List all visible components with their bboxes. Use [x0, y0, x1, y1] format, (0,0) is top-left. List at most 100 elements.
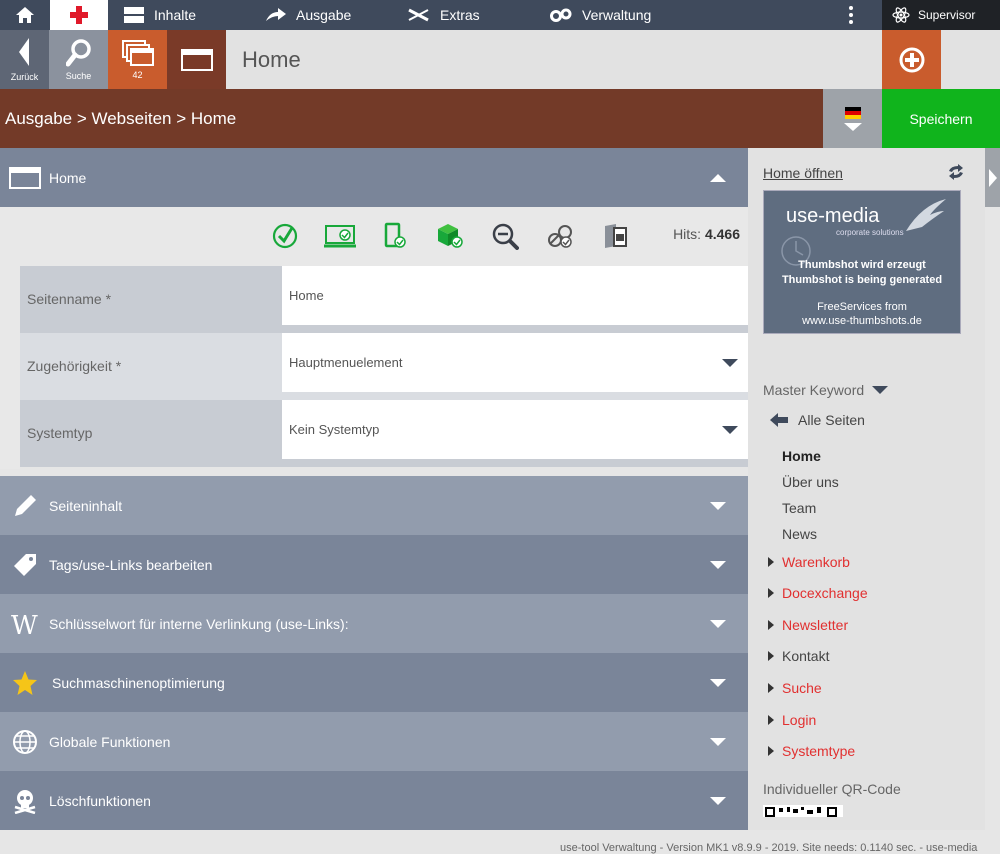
- arrow-right-icon: [266, 8, 286, 21]
- tree-item-systemtype-label: Systemtype: [782, 743, 856, 759]
- chevron-down-icon: [710, 619, 726, 628]
- pages-button[interactable]: 42: [108, 30, 167, 89]
- chevron-down-icon: [710, 678, 726, 687]
- top-navigation: Inhalte Ausgabe Extras Verwaltung Superv…: [0, 0, 1000, 30]
- chevron-down-icon: [710, 796, 726, 805]
- star-icon: [13, 670, 37, 695]
- thumbshot-line-1: Thumbshot wird erzeugt: [798, 259, 926, 271]
- user-name: Supervisor: [918, 8, 976, 22]
- chevron-right-icon: [988, 168, 997, 187]
- window-icon: [180, 48, 213, 71]
- page-title: Home: [242, 47, 301, 72]
- sidebar-toggle[interactable]: [985, 148, 1000, 207]
- thumbshot-preview[interactable]: use-media corporate solutions Thumbshot …: [763, 190, 961, 334]
- wing-logo-icon: [906, 199, 946, 231]
- thumbshot-brand: use-media: [786, 205, 880, 227]
- caret-right-icon: [768, 557, 774, 567]
- mobile-check-icon[interactable]: [382, 222, 410, 250]
- home-panel-header[interactable]: Home: [0, 148, 748, 207]
- panel-seo[interactable]: Suchmaschinenoptimierung: [0, 653, 748, 712]
- systemtyp-label: Systemtyp: [27, 425, 93, 441]
- home-icon: [16, 7, 34, 23]
- gears-icon: [550, 8, 572, 22]
- open-home-link[interactable]: Home öffnen: [763, 165, 843, 181]
- all-pages-link[interactable]: Alle Seiten: [770, 412, 865, 428]
- footer-text: use-tool Verwaltung - Version MK1 v8.9.9…: [560, 842, 978, 854]
- chevron-down-icon: [710, 560, 726, 569]
- first-aid-button[interactable]: [50, 0, 108, 30]
- systemtyp-select[interactable]: Kein Systemtyp: [282, 400, 748, 459]
- qr-code: [763, 805, 843, 817]
- globe-icon: [13, 729, 37, 754]
- tree-item-warenkorb[interactable]: Warenkorb: [768, 554, 850, 570]
- stacked-windows-icon: [121, 39, 154, 66]
- panel-seiteninhalt[interactable]: Seiteninhalt: [0, 476, 748, 535]
- seitenname-input[interactable]: Home: [282, 266, 748, 325]
- nav-extras-label: Extras: [440, 7, 480, 23]
- add-button[interactable]: [882, 30, 941, 89]
- nav-verwaltung[interactable]: Verwaltung: [550, 0, 651, 30]
- skull-icon: [14, 789, 36, 814]
- box-check-icon[interactable]: [436, 222, 464, 250]
- tree-item-newsletter[interactable]: Newsletter: [768, 617, 849, 633]
- panel-schluesselwort[interactable]: W Schlüsselwort für interne Verlinkung (…: [0, 594, 748, 653]
- panel-loeschfunktionen[interactable]: Löschfunktionen: [0, 771, 748, 830]
- red-cross-icon: [70, 6, 88, 24]
- zugehoerigkeit-select[interactable]: Hauptmenuelement: [282, 333, 748, 392]
- window-icon: [9, 166, 41, 189]
- nav-extras[interactable]: Extras: [408, 0, 480, 30]
- master-keyword-toggle[interactable]: Master Keyword: [763, 382, 889, 398]
- save-button[interactable]: Speichern: [882, 89, 1000, 148]
- chevron-down-icon: [722, 359, 738, 367]
- form-row-zugehoerigkeit: Zugehörigkeit * Hauptmenuelement: [20, 333, 748, 400]
- user-menu[interactable]: Supervisor: [882, 0, 1000, 30]
- thumbshot-line-4: www.use-thumbshots.de: [802, 315, 922, 327]
- refresh-icon[interactable]: [946, 164, 966, 180]
- nav-inhalte[interactable]: Inhalte: [124, 0, 196, 30]
- home-button[interactable]: [0, 0, 50, 30]
- zoom-out-icon[interactable]: [491, 222, 519, 250]
- tools-icon: [408, 8, 429, 22]
- monitor-check-icon[interactable]: [324, 222, 356, 250]
- page-action-bar: Hits: 4.466: [20, 207, 748, 266]
- check-circle-icon[interactable]: [271, 222, 299, 250]
- svg-text:W: W: [11, 611, 38, 637]
- current-page-button[interactable]: [167, 30, 226, 89]
- tree-item-docexchange[interactable]: Docexchange: [768, 585, 868, 601]
- tree-item-login-label: Login: [782, 712, 817, 728]
- tree-item-ueber-uns[interactable]: Über uns: [782, 474, 839, 490]
- copy-pages-icon[interactable]: [602, 222, 630, 250]
- plus-circle-icon: [899, 47, 924, 72]
- german-flag-icon: [844, 106, 861, 119]
- back-button[interactable]: Zurück: [0, 30, 49, 89]
- toolbar: Zurück Suche 42 Home: [0, 30, 1000, 89]
- panel-tags[interactable]: Tags/use-Links bearbeiten: [0, 535, 748, 594]
- tree-item-news[interactable]: News: [782, 526, 817, 542]
- tree-item-suche[interactable]: Suche: [768, 680, 822, 696]
- panel-globale-funktionen[interactable]: Globale Funktionen: [0, 712, 748, 771]
- more-menu-button[interactable]: [840, 0, 862, 30]
- tree-item-team[interactable]: Team: [782, 500, 816, 516]
- panel-globale-funktionen-label: Globale Funktionen: [49, 733, 171, 750]
- tree-item-kontakt[interactable]: Kontakt: [768, 648, 829, 664]
- chevron-down-icon: [710, 501, 726, 510]
- language-selector[interactable]: [823, 89, 882, 148]
- master-keyword-label: Master Keyword: [763, 382, 865, 398]
- search-button[interactable]: Suche: [49, 30, 108, 89]
- zugehoerigkeit-value: Hauptmenuelement: [289, 355, 403, 370]
- back-label: Zurück: [10, 71, 39, 82]
- link-settings-icon[interactable]: [546, 222, 574, 250]
- wikipedia-w-icon: W: [11, 611, 38, 637]
- breadcrumb: Ausgabe > Webseiten > Home: [5, 109, 237, 128]
- nav-ausgabe[interactable]: Ausgabe: [266, 0, 351, 30]
- tree-item-warenkorb-label: Warenkorb: [782, 554, 850, 570]
- panel-indent: [0, 207, 20, 469]
- tree-item-login[interactable]: Login: [768, 712, 817, 728]
- nav-verwaltung-label: Verwaltung: [582, 7, 652, 23]
- thumbshot-line-3: FreeServices from: [817, 301, 907, 313]
- tree-item-newsletter-label: Newsletter: [782, 617, 849, 633]
- form-row-systemtyp: Systemtyp Kein Systemtyp: [20, 400, 748, 467]
- tree-item-home[interactable]: Home: [782, 448, 821, 464]
- tree-item-systemtype[interactable]: Systemtype: [768, 743, 856, 759]
- hits-label: Hits:: [673, 226, 702, 242]
